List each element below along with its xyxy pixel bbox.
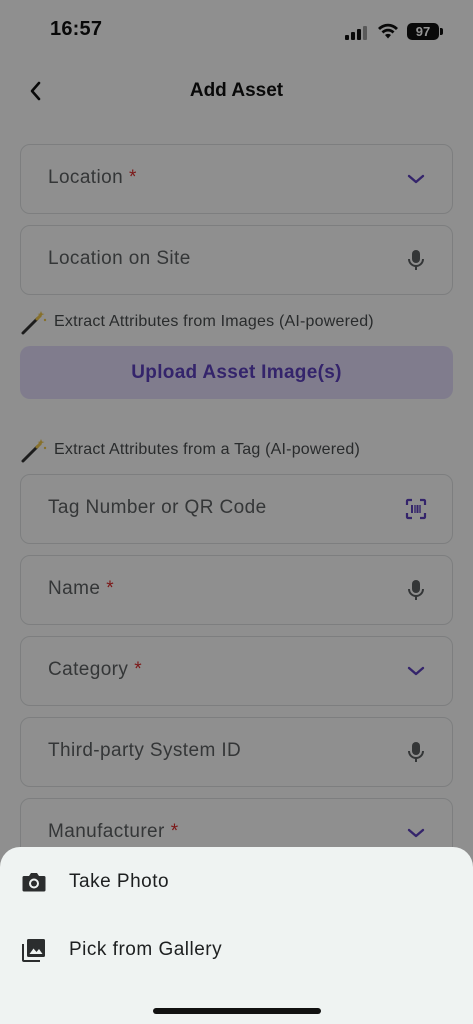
take-photo-option[interactable]: Take Photo — [0, 851, 473, 911]
home-indicator — [153, 1008, 321, 1014]
gallery-icon — [22, 939, 45, 962]
image-source-sheet: Take Photo Pick from Gallery — [0, 847, 473, 1024]
pick-from-gallery-option[interactable]: Pick from Gallery — [0, 919, 473, 979]
pick-from-gallery-label: Pick from Gallery — [69, 939, 223, 960]
camera-icon — [22, 873, 46, 892]
take-photo-label: Take Photo — [69, 871, 170, 892]
